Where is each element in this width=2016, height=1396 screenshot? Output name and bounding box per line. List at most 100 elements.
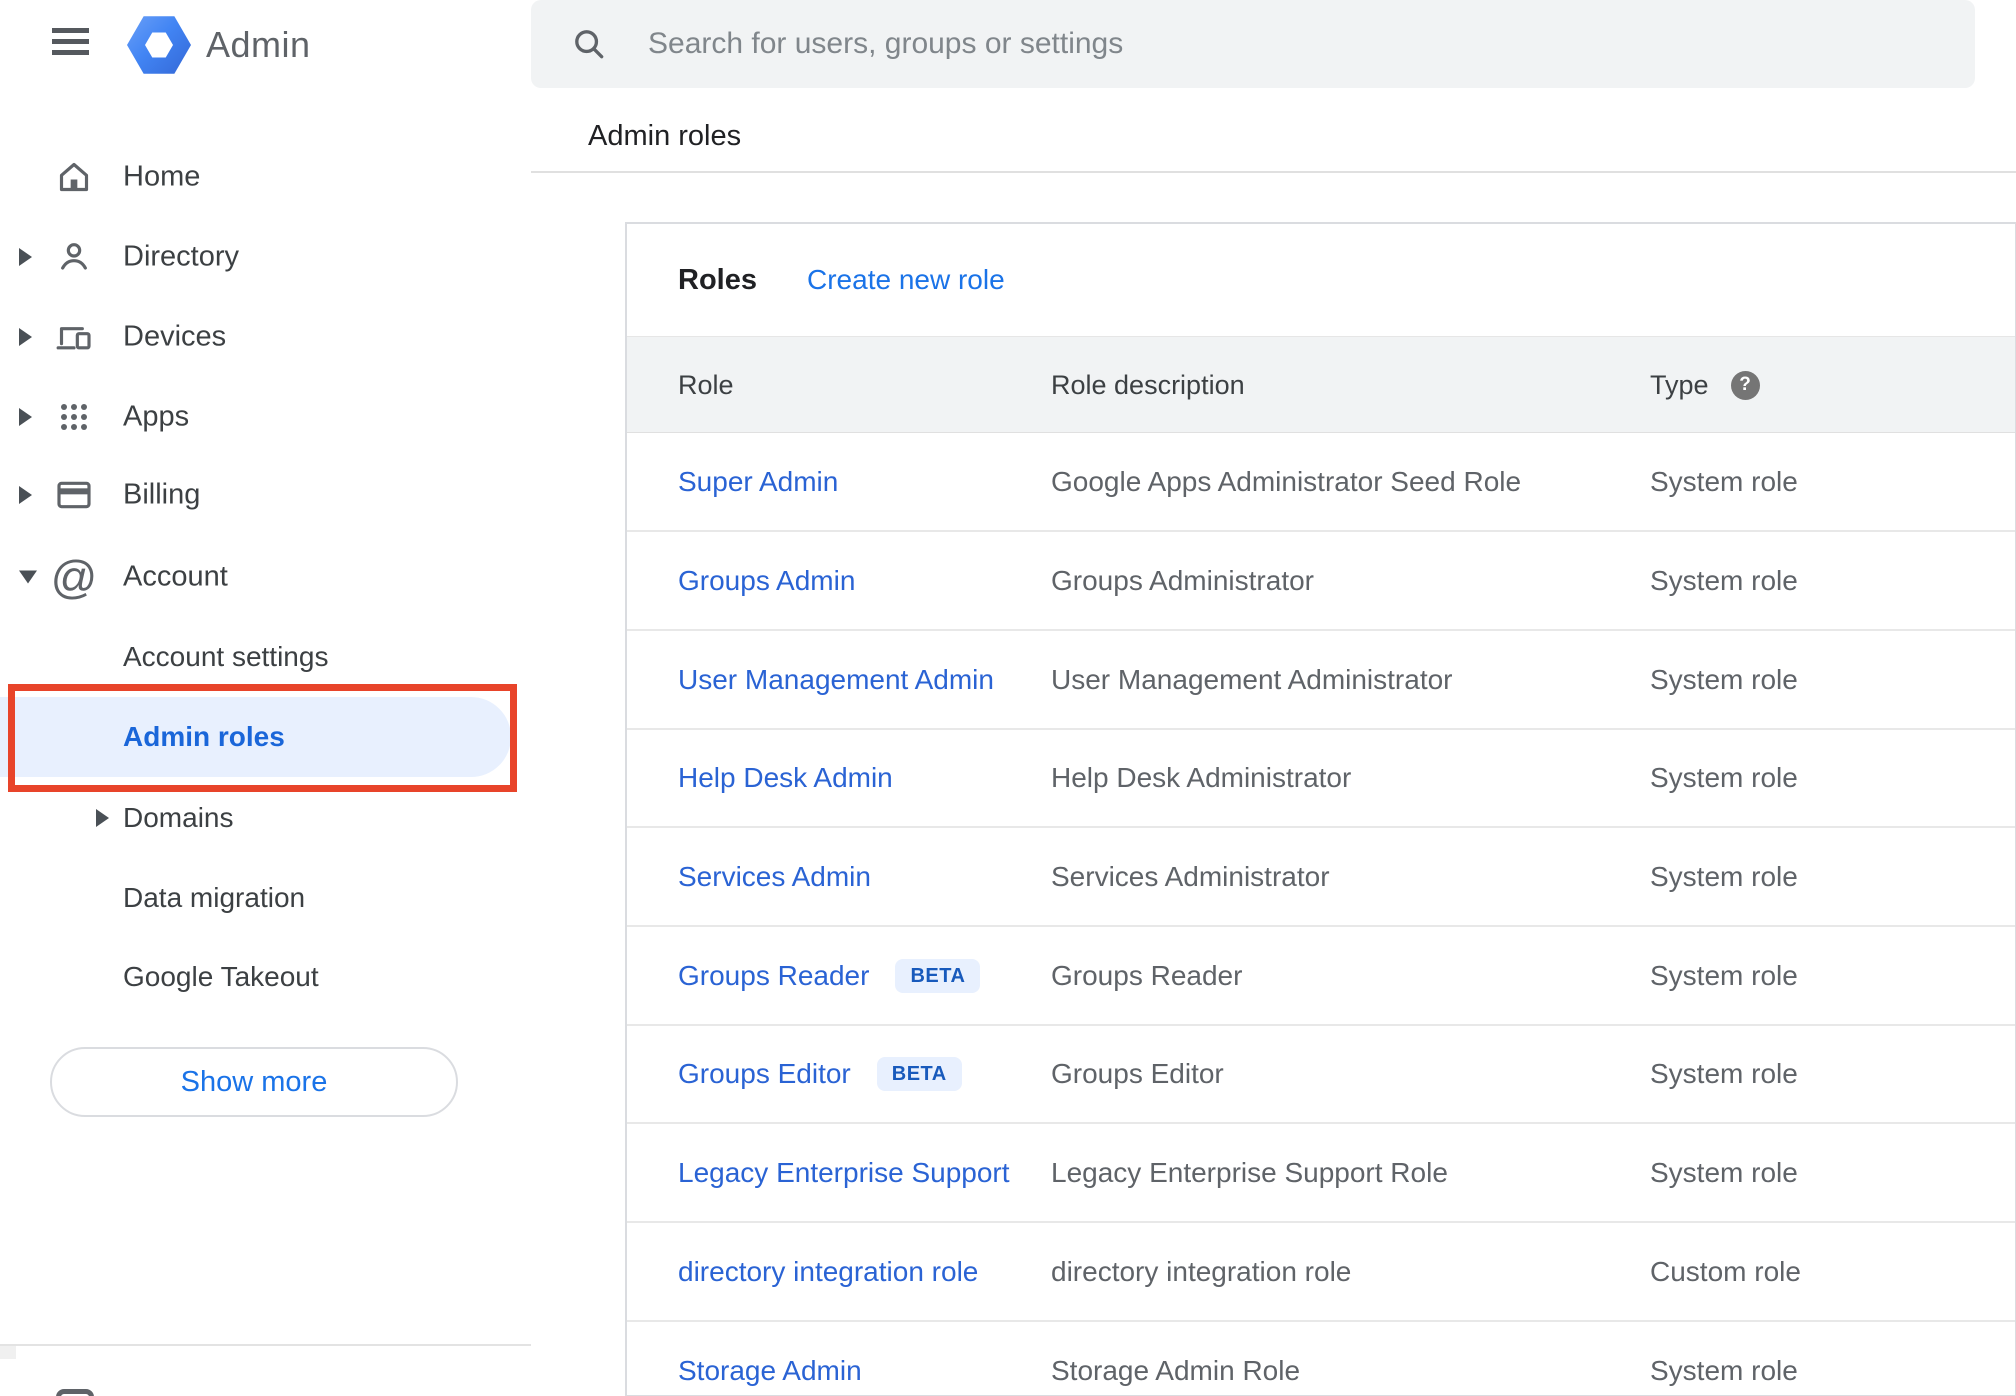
role-link-label: Groups Editor [678,1057,851,1089]
admin-console-screen: Admin Home Directory Devices Apps Billin… [0,0,2016,1396]
admin-hexagon-logo-icon [127,16,191,74]
table-row: Groups Reader BETA Groups Reader System … [627,927,2015,1026]
table-row: Help Desk Admin Help Desk Administrator … [627,729,2015,828]
table-row: Groups Editor BETA Groups Editor System … [627,1025,2015,1124]
person-icon [53,234,95,280]
sidebar-label-billing: Billing [123,478,201,511]
role-link-label: Groups Reader [678,959,870,991]
role-type: System role [1650,664,1798,695]
role-link[interactable]: Groups Admin [678,532,855,629]
table-row: Super Admin Google Apps Administrator Se… [627,433,2015,532]
role-link[interactable]: Storage Admin [678,1322,862,1395]
sidebar-label-account: Account [123,560,228,593]
sidebar-label-admin-roles: Admin roles [123,721,285,752]
role-link[interactable]: Help Desk Admin [678,729,893,826]
card-title: Roles [678,264,757,296]
role-description: Storage Admin Role [1051,1355,1301,1386]
expand-caret-icon[interactable] [19,248,32,266]
table-row: Services Admin Services Administrator Sy… [627,828,2015,927]
column-header-type: Type [1650,370,1709,400]
role-type: System role [1650,1157,1798,1188]
apps-grid-icon [53,394,95,440]
sidebar-label-account-settings: Account settings [123,641,329,672]
role-type: System role [1650,861,1798,892]
role-description: User Management Administrator [1051,664,1453,695]
sidebar-item-admin-roles[interactable]: Admin roles [0,697,531,777]
role-link[interactable]: Groups Editor BETA [678,1025,962,1122]
search-bar[interactable] [531,0,1975,88]
hamburger-menu-icon[interactable] [52,28,89,55]
beta-badge: BETA [895,958,981,993]
sidebar-item-account-settings[interactable]: Account settings [0,617,531,697]
admin-logo: Admin [127,14,311,76]
role-type: System role [1650,960,1798,991]
table-row: Groups Admin Groups Administrator System… [627,532,2015,631]
create-new-role-link[interactable]: Create new role [807,224,1005,336]
table-row: directory integration role directory int… [627,1223,2015,1322]
role-description: Services Administrator [1051,861,1330,892]
sidebar-item-devices[interactable]: Devices [0,297,531,377]
table-row: Legacy Enterprise Support Legacy Enterpr… [627,1124,2015,1223]
sidebar-item-domains[interactable]: Domains [0,778,531,858]
home-icon [53,154,95,200]
header-divider [531,171,2016,173]
role-description: Groups Reader [1051,960,1243,991]
expand-caret-icon[interactable] [96,809,109,827]
roles-card: Roles Create new role Role Role descript… [625,222,2016,1396]
clipped-bottom-icon [56,1389,94,1396]
role-description: Groups Administrator [1051,565,1314,596]
expand-caret-icon[interactable] [19,328,32,346]
role-link[interactable]: Services Admin [678,828,871,925]
column-header-role-description: Role description [1051,370,1245,400]
sidebar-label-home: Home [123,160,201,193]
role-type: System role [1650,1355,1798,1386]
sidebar-label-apps: Apps [123,400,190,433]
expand-caret-icon[interactable] [19,408,32,426]
role-description: Groups Editor [1051,1058,1224,1089]
collapse-caret-icon[interactable] [19,570,37,584]
role-description: directory integration role [1051,1256,1352,1287]
sidebar-item-google-takeout[interactable]: Google Takeout [0,937,531,1017]
role-link[interactable]: User Management Admin [678,631,994,728]
devices-icon [53,314,95,360]
role-link[interactable]: Legacy Enterprise Support [678,1124,1010,1221]
role-type: System role [1650,565,1798,596]
credit-card-icon [53,472,95,518]
role-type: System role [1650,1058,1798,1089]
sidebar-item-home[interactable]: Home [0,137,531,217]
sidebar-bottom-divider [0,1344,531,1346]
help-icon[interactable]: ? [1730,370,1760,400]
search-icon [575,30,604,59]
sidebar-label-directory: Directory [123,240,240,273]
role-type: System role [1650,762,1798,793]
role-description: Help Desk Administrator [1051,762,1352,793]
show-more-button[interactable]: Show more [50,1047,458,1117]
role-link[interactable]: Super Admin [678,433,838,530]
role-type: Custom role [1650,1256,1801,1287]
role-link[interactable]: directory integration role [678,1223,978,1320]
sidebar-label-domains: Domains [123,802,234,833]
table-row: Storage Admin Storage Admin Role System … [627,1322,2015,1395]
scrollbar-stub [0,1346,16,1359]
sidebar-item-directory[interactable]: Directory [0,217,531,297]
sidebar-item-apps[interactable]: Apps [0,377,531,457]
table-row: User Management Admin User Management Ad… [627,631,2015,730]
column-header-role: Role [678,370,734,400]
table-header-row: Role Role description Type ? [627,336,2015,433]
role-description: Google Apps Administrator Seed Role [1051,466,1522,497]
sidebar-label-google-takeout: Google Takeout [123,961,319,992]
role-description: Legacy Enterprise Support Role [1051,1157,1448,1188]
expand-caret-icon[interactable] [19,486,32,504]
search-input[interactable] [646,26,1975,62]
role-link[interactable]: Groups Reader BETA [678,927,981,1024]
sidebar-label-devices: Devices [123,320,227,353]
sidebar-item-billing[interactable]: Billing [0,455,531,535]
sidebar: Admin Home Directory Devices Apps Billin… [0,0,531,1396]
app-title: Admin [206,24,311,65]
at-sign-icon: @ [50,551,98,603]
beta-badge: BETA [876,1056,962,1091]
role-type: System role [1650,466,1798,497]
breadcrumb: Admin roles [588,120,742,152]
sidebar-item-account[interactable]: @ Account [0,537,531,617]
sidebar-item-data-migration[interactable]: Data migration [0,858,531,938]
